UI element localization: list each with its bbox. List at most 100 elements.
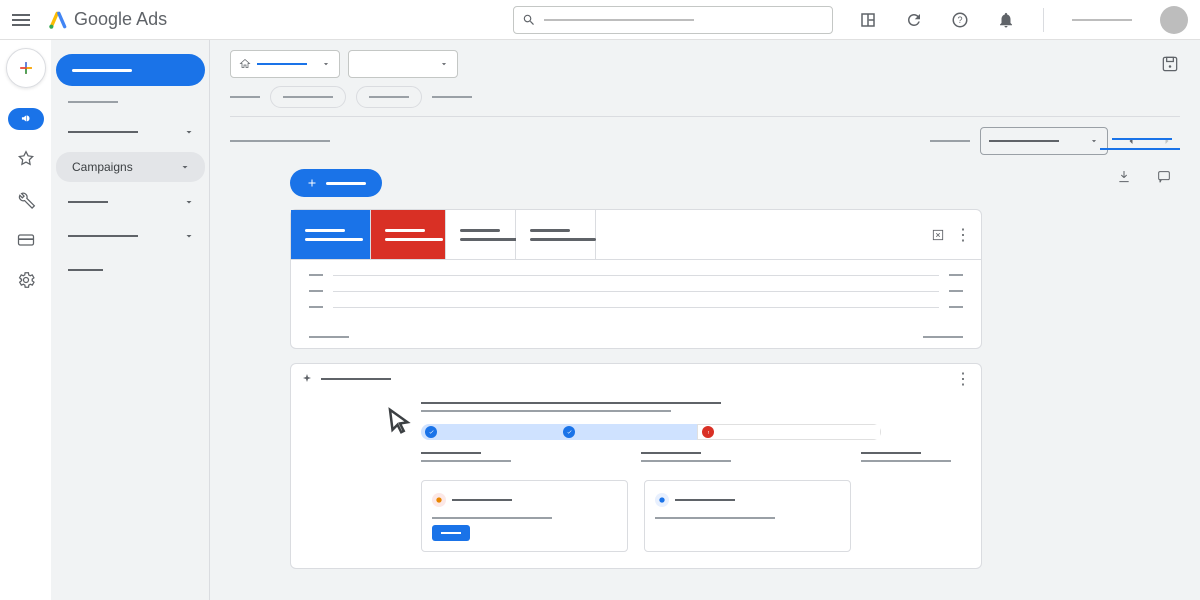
filter-row [230, 86, 1180, 108]
help-icon[interactable]: ? [951, 11, 969, 29]
sidenav-item-1[interactable] [52, 118, 209, 146]
separator [1043, 8, 1044, 32]
goals-icon[interactable] [16, 150, 36, 170]
setup-progress [421, 424, 881, 440]
more-icon[interactable]: ⋮ [955, 369, 971, 389]
campaign-selector[interactable] [348, 50, 458, 78]
ads-logo-icon [48, 10, 68, 30]
stat-tabs: ⋮ [291, 210, 981, 260]
create-button[interactable] [6, 48, 46, 88]
more-icon[interactable]: ⋮ [955, 225, 971, 245]
stat-tab-actions: ⋮ [596, 210, 981, 260]
search-input[interactable] [513, 6, 833, 34]
side-nav: Campaigns [52, 40, 210, 600]
plus-icon [306, 177, 318, 189]
chart-x-axis [291, 336, 981, 348]
stat-tab-4[interactable] [516, 210, 596, 260]
new-campaign-button[interactable] [290, 169, 382, 197]
col-2 [641, 452, 731, 462]
save-icon[interactable] [1160, 54, 1180, 74]
chevron-down-icon [183, 126, 195, 138]
tiles [421, 480, 851, 552]
sidenav-item-5[interactable] [52, 256, 209, 284]
filter-chip-1[interactable] [270, 86, 346, 108]
admin-icon[interactable] [16, 270, 36, 290]
reports-icon[interactable] [859, 11, 877, 29]
download-icon[interactable] [1116, 169, 1132, 185]
tools-icon[interactable] [16, 190, 36, 210]
chevron-down-icon [179, 161, 191, 173]
feedback-icon[interactable] [1156, 169, 1172, 185]
filter-label [230, 96, 260, 98]
search-icon [522, 13, 536, 27]
home-icon [239, 58, 251, 70]
avatar[interactable] [1160, 6, 1188, 34]
scope-row [230, 50, 1180, 78]
account-selector[interactable] [230, 50, 340, 78]
stat-tab-3[interactable] [446, 210, 516, 260]
refresh-icon[interactable] [905, 11, 923, 29]
col-1 [421, 452, 511, 462]
billing-icon[interactable] [16, 230, 36, 250]
date-label [930, 140, 970, 142]
account-label [1072, 19, 1132, 21]
col-3 [861, 452, 951, 462]
logo[interactable]: Google Ads [48, 9, 167, 30]
card-subtitle [421, 410, 851, 412]
content: ⋮ ⋮ [290, 169, 1180, 569]
filter-trail [432, 96, 472, 98]
logo-text: Google Ads [74, 9, 167, 30]
header-actions: ? [859, 6, 1188, 34]
info-icon [655, 493, 669, 507]
stat-tab-2[interactable] [371, 210, 446, 260]
tab-indicator [1100, 148, 1180, 150]
main: ⋮ ⋮ [210, 40, 1200, 600]
next-period[interactable] [1154, 128, 1180, 154]
search-placeholder [544, 19, 694, 21]
sidenav-item-4[interactable] [52, 222, 209, 250]
megaphone-icon [19, 112, 33, 126]
sidenav-item-3[interactable] [52, 188, 209, 216]
cursor-illustration [385, 406, 415, 436]
card-header: ⋮ [291, 364, 981, 394]
sparkle-icon [301, 373, 313, 385]
title-row [230, 127, 1180, 155]
filter-chip-2[interactable] [356, 86, 422, 108]
check-icon [425, 426, 437, 438]
warning-icon [432, 493, 446, 507]
chevron-down-icon [1089, 136, 1099, 146]
tile-action-button[interactable] [432, 525, 470, 541]
svg-text:?: ? [957, 15, 962, 25]
view-tab[interactable] [1112, 138, 1172, 140]
card-actions [1116, 169, 1172, 185]
chevron-down-icon [321, 59, 331, 69]
progress-columns [421, 452, 851, 462]
divider [230, 116, 1180, 117]
rail-campaigns[interactable] [8, 108, 44, 130]
prev-period[interactable] [1118, 128, 1144, 154]
tile-1[interactable] [421, 480, 628, 552]
setup-card: ⋮ [290, 363, 982, 569]
chevron-down-icon [183, 196, 195, 208]
date-range-selector[interactable] [980, 127, 1108, 155]
header: Google Ads ? [0, 0, 1200, 40]
check-icon [563, 426, 575, 438]
error-icon [702, 426, 714, 438]
card-title [421, 402, 851, 404]
page-title [230, 140, 330, 142]
sidenav-item-campaigns[interactable]: Campaigns [56, 152, 205, 182]
expand-icon[interactable] [931, 228, 945, 242]
sidenav-sub [52, 92, 209, 112]
sidenav-overview[interactable] [56, 54, 205, 86]
chevron-down-icon [439, 59, 449, 69]
notifications-icon[interactable] [997, 11, 1015, 29]
campaigns-label: Campaigns [72, 160, 133, 174]
chart [291, 260, 981, 336]
chevron-down-icon [183, 230, 195, 242]
stats-card: ⋮ [290, 209, 982, 349]
tile-2[interactable] [644, 480, 851, 552]
plus-icon [16, 58, 36, 78]
menu-icon[interactable] [12, 10, 32, 30]
stat-tab-1[interactable] [291, 210, 371, 260]
chevron-left-icon [1125, 135, 1137, 147]
